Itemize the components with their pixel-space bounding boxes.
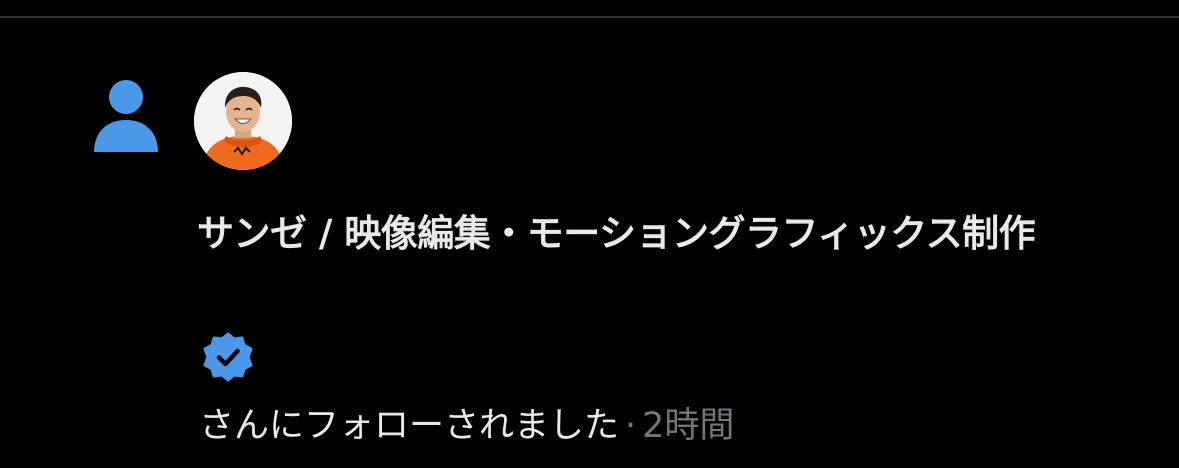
separator: · [625,406,637,446]
follow-notification[interactable]: サンゼ / 映像編集・モーショングラフィックス制作 さんにフォローされました · 2… [0,18,1179,468]
person-icon [92,80,160,152]
person-icon-head [109,80,143,114]
verified-badge-shape [203,332,253,382]
timestamp[interactable]: 2時間 [642,406,734,446]
avatar[interactable] [194,72,292,170]
verified-badge-icon [203,332,253,382]
notification-panel: サンゼ / 映像編集・モーショングラフィックス制作 さんにフォローされました · 2… [0,0,1179,468]
person-icon-body [94,120,158,152]
notification-message: さんにフォローされました · 2時間 [199,399,734,453]
message-text: さんにフォローされました [199,406,620,446]
user-name[interactable]: サンゼ / 映像編集・モーショングラフィックス制作 [197,206,1137,262]
